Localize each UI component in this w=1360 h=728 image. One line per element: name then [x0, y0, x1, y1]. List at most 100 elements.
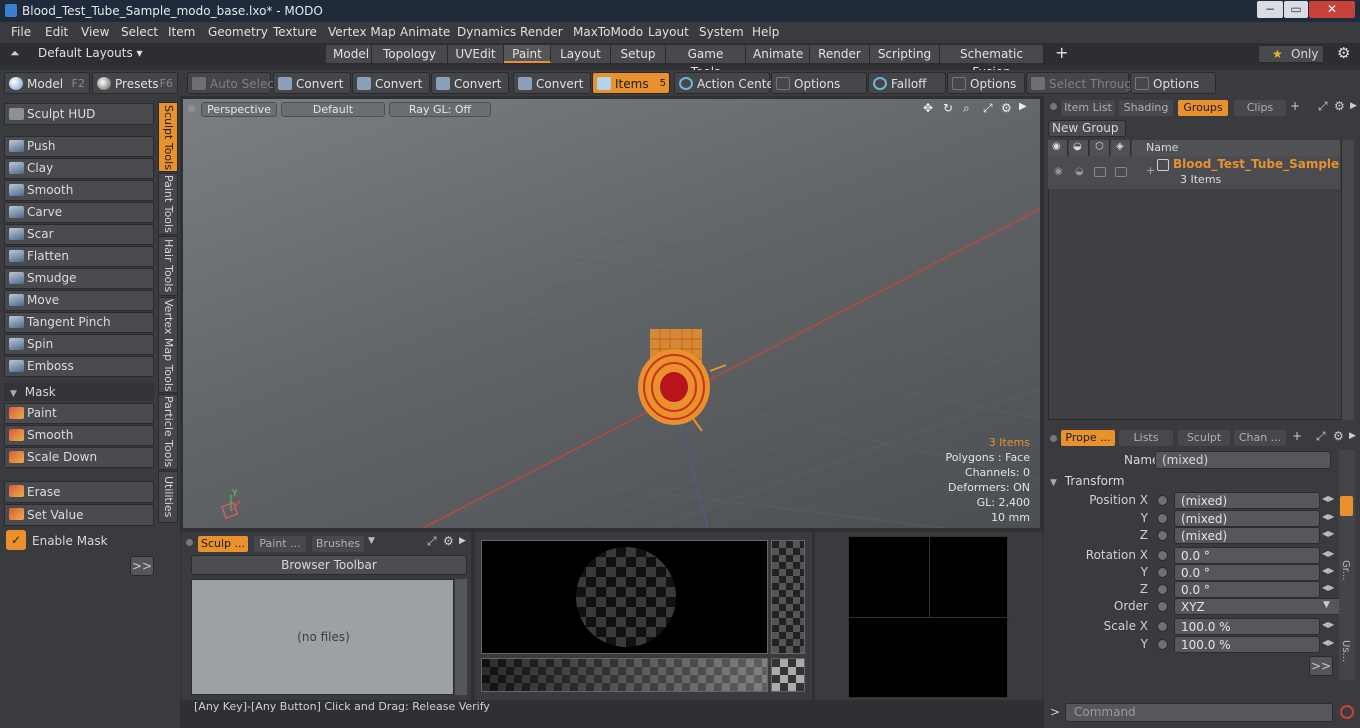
tool-carve[interactable]: Carve	[4, 202, 154, 223]
action-center-options-button[interactable]: Options	[771, 72, 867, 94]
props-more-icon[interactable]: ▶	[1349, 431, 1356, 441]
menu-file[interactable]: File	[11, 22, 31, 43]
minimize-button[interactable]: −	[1257, 1, 1283, 18]
prop-value-field[interactable]: 100.0 %	[1174, 636, 1320, 653]
convert-edges-button[interactable]: Convert	[352, 72, 430, 94]
3d-viewport[interactable]: Y Perspective Default Ray GL: Off ✥ ↻ ⌕ …	[183, 99, 1040, 528]
expand-panel-icon[interactable]: ⤢	[427, 534, 437, 549]
value-stepper-icon[interactable]: ◀▶	[1322, 512, 1334, 521]
expand-props-icon[interactable]: ⤢	[1316, 429, 1326, 444]
menu-maxtomodo[interactable]: MaxToModo	[573, 22, 643, 43]
presets-button[interactable]: Presets F6	[92, 72, 178, 94]
vtab-particle-tools[interactable]: Particle Tools	[158, 394, 178, 470]
keyframe-dot-icon[interactable]	[1157, 530, 1168, 541]
name-column-header[interactable]: Name	[1132, 140, 1340, 156]
panel-gear-icon[interactable]: ⚙	[443, 534, 454, 548]
tab-item-list[interactable]: Item List	[1061, 100, 1115, 116]
menu-texture[interactable]: Texture	[273, 22, 317, 43]
prop-value-field[interactable]: 0.0 °	[1174, 547, 1320, 564]
tool-spin[interactable]: Spin	[4, 334, 154, 355]
viewport-more-icon[interactable]: ▶	[1019, 101, 1027, 112]
tool-tangent-pinch[interactable]: Tangent Pinch	[4, 312, 154, 333]
close-button[interactable]: ✕	[1309, 1, 1355, 18]
tab-topology[interactable]: Topology	[372, 45, 448, 63]
group-select-checkbox[interactable]	[1115, 167, 1127, 177]
vtab-sculpt-tools[interactable]: Sculpt Tools	[158, 102, 178, 172]
shading-style-dropdown[interactable]: Default	[281, 102, 385, 117]
erase-button[interactable]: Erase	[4, 481, 154, 503]
alpha-swatch-strip[interactable]	[771, 540, 805, 654]
tab-game-tools[interactable]: Game Tools	[666, 45, 746, 79]
collapse-arrow-icon[interactable]: ▼	[10, 389, 17, 399]
menu-help[interactable]: Help	[752, 22, 779, 43]
value-stepper-icon[interactable]: ◀▶	[1322, 583, 1334, 592]
keyframe-dot-icon[interactable]	[1157, 601, 1168, 612]
keyframe-dot-icon[interactable]	[1157, 639, 1168, 650]
groups-gear-icon[interactable]: ⚙	[1334, 99, 1345, 113]
panel-menu-dot-icon[interactable]	[186, 539, 193, 546]
tab-lists[interactable]: Lists	[1119, 430, 1173, 446]
tab-paint[interactable]: Paint	[504, 45, 551, 63]
value-stepper-icon[interactable]: ◀▶	[1322, 529, 1334, 538]
lock-column-header[interactable]: ⬡	[1090, 140, 1110, 156]
tab-schematic-fusion[interactable]: Schematic Fusion	[940, 45, 1044, 79]
tab-model[interactable]: Model	[326, 45, 372, 63]
tab-animate[interactable]: Animate	[746, 45, 810, 63]
keyframe-dot-icon[interactable]	[1157, 567, 1168, 578]
menu-system[interactable]: System	[699, 22, 744, 43]
tab-layout[interactable]: Layout	[551, 45, 611, 63]
maximize-button[interactable]: ▭	[1284, 1, 1308, 18]
expand-group-icon[interactable]: +	[1146, 164, 1155, 177]
perspective-dropdown[interactable]: Perspective	[201, 102, 277, 117]
group-lock-checkbox[interactable]	[1094, 167, 1106, 177]
dropdown-arrow-icon[interactable]: ▼	[1323, 600, 1330, 610]
props-menu-dot-icon[interactable]	[1050, 435, 1057, 442]
tab-groups[interactable]: Groups	[1178, 100, 1228, 116]
value-stepper-icon[interactable]: ◀▶	[1322, 549, 1334, 558]
only-toggle[interactable]: ★ Only	[1258, 45, 1324, 63]
tab-scripting[interactable]: Scripting	[870, 45, 940, 63]
group-row[interactable]: ◉ ◒ + Blood_Test_Tube_Sample 3 Items	[1048, 156, 1340, 189]
tabs-dropdown-icon[interactable]: ▼	[368, 536, 375, 546]
convert-materials-button[interactable]: Convert	[513, 72, 591, 94]
tool-clay[interactable]: Clay	[4, 158, 154, 179]
prop-value-field[interactable]: (mixed)	[1174, 492, 1320, 509]
menu-vertex-map[interactable]: Vertex Map	[328, 22, 396, 43]
action-center-button[interactable]: Action Center	[674, 72, 779, 94]
value-gradient-bar[interactable]	[481, 658, 768, 692]
tab-properties[interactable]: Prope ...	[1061, 430, 1115, 446]
viewport-menu-dot-icon[interactable]	[188, 105, 195, 112]
menu-dynamics[interactable]: Dynamics	[457, 22, 516, 43]
add-tab-icon[interactable]: +	[1290, 99, 1300, 113]
browser-toolbar-button[interactable]: Browser Toolbar	[191, 555, 467, 575]
tab-shading[interactable]: Shading	[1119, 100, 1173, 116]
tool-scar[interactable]: Scar	[4, 224, 154, 245]
tool-mask-scale-down[interactable]: Scale Down	[4, 447, 154, 468]
menu-layout[interactable]: Layout	[648, 22, 689, 43]
falloff-options-button[interactable]: Options	[947, 72, 1025, 94]
tab-setup[interactable]: Setup	[611, 45, 666, 63]
menu-select[interactable]: Select	[121, 22, 158, 43]
keyframe-dot-icon[interactable]	[1157, 550, 1168, 561]
convert-vertices-button[interactable]: Convert	[273, 72, 351, 94]
panel-more-icon[interactable]: ▶	[459, 536, 466, 546]
prop-value-field[interactable]: 0.0 °	[1174, 564, 1320, 581]
visibility-column-header[interactable]: ◉	[1048, 140, 1068, 156]
zoom-view-icon[interactable]: ⌕	[963, 101, 970, 116]
gear-icon[interactable]: ⚙	[1337, 44, 1350, 62]
side-handle[interactable]	[1340, 496, 1353, 516]
menu-item[interactable]: Item	[168, 22, 195, 43]
render-column-header[interactable]: ◒	[1069, 140, 1089, 156]
move-view-icon[interactable]: ✥	[923, 101, 933, 115]
props-more-button[interactable]: >>	[1309, 656, 1333, 676]
add-props-tab-icon[interactable]: +	[1292, 429, 1302, 443]
rotate-view-icon[interactable]: ↻	[943, 101, 953, 115]
tool-smooth[interactable]: Smooth	[4, 180, 154, 201]
group-visibility-icon[interactable]: ◉	[1054, 166, 1063, 177]
prop-value-field[interactable]: (mixed)	[1174, 527, 1320, 544]
tab-render[interactable]: Render	[810, 45, 870, 63]
tool-move[interactable]: Move	[4, 290, 154, 311]
prop-value-field[interactable]: 100.0 %	[1174, 618, 1320, 635]
menu-geometry[interactable]: Geometry	[208, 22, 268, 43]
value-stepper-icon[interactable]: ◀▶	[1322, 638, 1334, 647]
